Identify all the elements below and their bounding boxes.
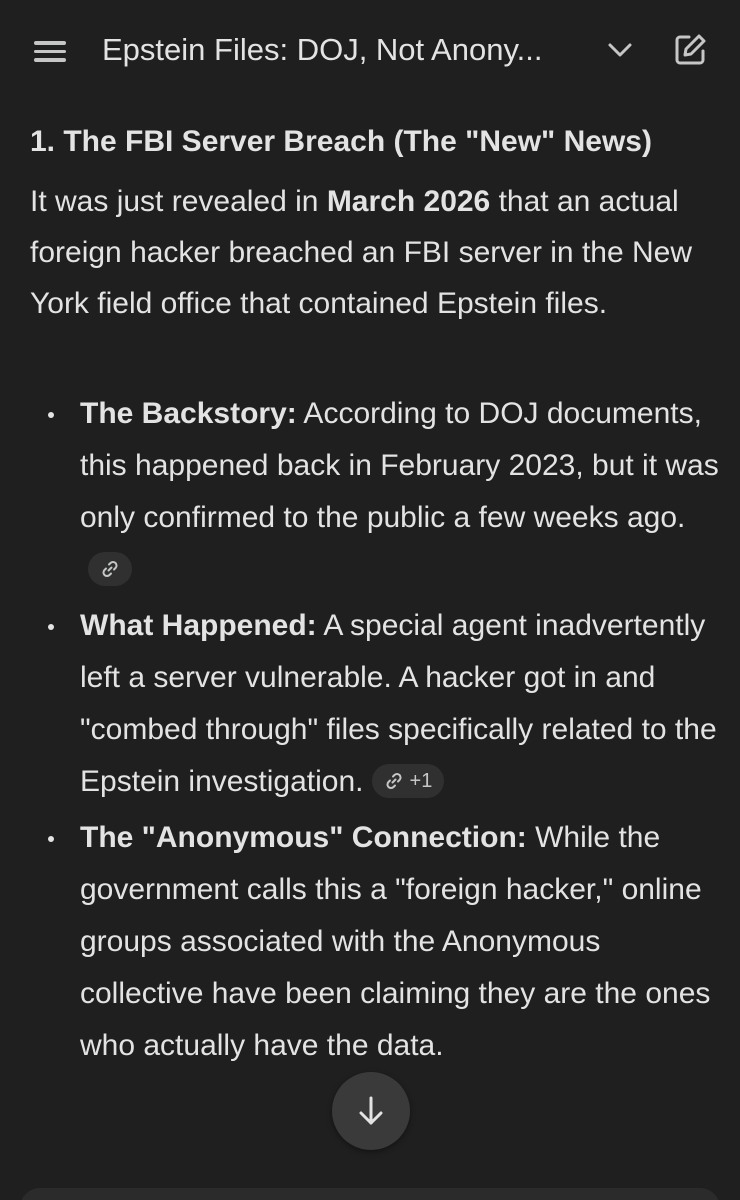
intro-text-before: It was just revealed in bbox=[30, 185, 327, 218]
title-dropdown-button[interactable] bbox=[598, 28, 642, 72]
list-item-backstory: The Backstory: According to DOJ document… bbox=[0, 388, 720, 596]
bullet-dot bbox=[48, 836, 54, 842]
top-app-bar: Epstein Files: DOJ, Not Anony... bbox=[0, 0, 740, 100]
list-item-what-happened: What Happened: A special agent inadverte… bbox=[0, 600, 720, 808]
input-panel-edge bbox=[20, 1188, 720, 1200]
bullet-label: What Happened: bbox=[80, 609, 317, 642]
chevron-down-icon bbox=[608, 43, 632, 57]
bullet-label: The Backstory: bbox=[80, 397, 297, 430]
bullet-label: The "Anonymous" Connection: bbox=[80, 821, 527, 854]
bullet-dot bbox=[48, 624, 54, 630]
citation-count: +1 bbox=[409, 770, 433, 793]
intro-bold-date: March 2026 bbox=[326, 185, 491, 218]
chat-screen: Epstein Files: DOJ, Not Anony... 1. The … bbox=[0, 0, 740, 1200]
scroll-to-bottom-button[interactable] bbox=[332, 1072, 410, 1150]
bullet-text: While the government calls this a "forei… bbox=[80, 821, 711, 1062]
new-chat-button[interactable] bbox=[666, 26, 714, 74]
new-chat-edit-icon bbox=[675, 34, 706, 65]
menu-button[interactable] bbox=[24, 27, 76, 75]
bullet-dot bbox=[48, 412, 54, 418]
link-icon bbox=[102, 561, 118, 578]
source-citation-chip[interactable]: +1 bbox=[371, 764, 445, 799]
arrow-down-icon bbox=[359, 1096, 383, 1125]
list-item-anonymous-connection: The "Anonymous" Connection: While the go… bbox=[0, 812, 720, 1072]
intro-paragraph: It was just revealed in March 2026 that … bbox=[30, 176, 720, 329]
conversation-title[interactable]: Epstein Files: DOJ, Not Anony... bbox=[102, 30, 572, 70]
hamburger-menu-icon bbox=[34, 41, 66, 62]
source-citation-chip[interactable] bbox=[88, 552, 132, 587]
section-heading: 1. The FBI Server Breach (The "New" News… bbox=[30, 125, 652, 158]
response-content: 1. The FBI Server Breach (The "New" News… bbox=[0, 100, 740, 1200]
link-icon bbox=[385, 773, 402, 790]
bullet-list: The Backstory: According to DOJ document… bbox=[0, 388, 740, 1076]
